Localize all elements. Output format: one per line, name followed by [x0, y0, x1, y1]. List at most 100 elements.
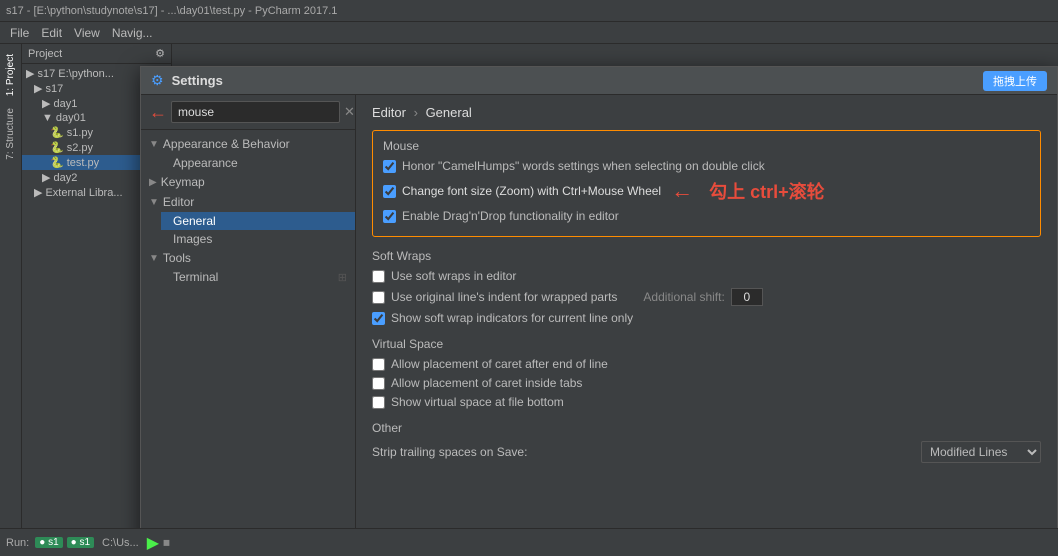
project-panel-header: Project ⚙	[22, 44, 171, 64]
soft-wraps-section: Soft Wraps Use soft wraps in editor Use …	[372, 249, 1041, 325]
breadcrumb: Editor › General	[372, 105, 1041, 120]
additional-shift-label: Additional shift:	[643, 290, 724, 304]
settings-title: Settings	[172, 73, 223, 88]
run-s1-badge[interactable]: ● s1	[35, 537, 62, 548]
checkbox-show-virtual-space: Show virtual space at file bottom	[372, 395, 1041, 409]
checkbox-show-virtual-label[interactable]: Show virtual space at file bottom	[391, 395, 564, 409]
checkbox-allow-end-input[interactable]	[372, 358, 385, 371]
checkbox-show-soft-wrap-input[interactable]	[372, 312, 385, 325]
run-cwd: C:\Us...	[102, 537, 139, 549]
settings-titlebar: ⚙ Settings 拖拽上传	[141, 67, 1057, 95]
folder-icon: ▶	[34, 82, 42, 95]
nav-tools-children: Terminal ⊞	[141, 268, 355, 286]
strip-trailing-row: Strip trailing spaces on Save: None Modi…	[372, 441, 1041, 463]
folder-icon: ▶	[42, 97, 50, 110]
checkbox-allow-tabs-label[interactable]: Allow placement of caret inside tabs	[391, 376, 582, 390]
folder-icon: ▶	[26, 67, 34, 80]
settings-tree: ← ✕ ▼ Appearance & Behavior	[141, 95, 356, 528]
strip-trailing-select[interactable]: None Modified Lines All	[921, 441, 1041, 463]
terminal-settings-icon: ⊞	[338, 271, 347, 284]
checkbox-use-original-indent: Use original line's indent for wrapped p…	[372, 288, 1041, 306]
checkbox-use-soft-wraps: Use soft wraps in editor	[372, 269, 1041, 283]
editor-arrow-icon: ▼	[149, 197, 159, 208]
arrow-annotation-icon: ←	[671, 178, 693, 204]
checkbox-use-soft-wraps-input[interactable]	[372, 270, 385, 283]
mouse-section-title: Mouse	[383, 139, 1030, 153]
checkbox-allow-placement-tabs: Allow placement of caret inside tabs	[372, 376, 1041, 390]
settings-search-input[interactable]	[171, 101, 340, 123]
menu-file[interactable]: File	[4, 26, 35, 40]
virtual-space-title: Virtual Space	[372, 337, 1041, 351]
vtab-project[interactable]: 1: Project	[3, 48, 18, 102]
checkbox-change-font-size-input[interactable]	[383, 185, 396, 198]
checkbox-use-original-indent-input[interactable]	[372, 291, 385, 304]
upload-button[interactable]: 拖拽上传	[983, 71, 1047, 91]
nav-item-general[interactable]: General	[161, 212, 355, 230]
run-s1-badge2[interactable]: ● s1	[67, 537, 94, 548]
nav-appearance-behavior-children: Appearance	[141, 154, 355, 172]
nav-editor-header[interactable]: ▼ Editor	[141, 192, 355, 212]
nav-editor-children: General Images	[141, 212, 355, 248]
project-panel-title: Project	[28, 48, 62, 60]
checkbox-show-virtual-input[interactable]	[372, 396, 385, 409]
nav-appearance-behavior-label: Appearance & Behavior	[163, 137, 290, 151]
checkbox-change-font-size: Change font size (Zoom) with Ctrl+Mouse …	[383, 178, 1030, 204]
checkbox-show-soft-wrap: Show soft wrap indicators for current li…	[372, 311, 1041, 325]
keymap-arrow-icon: ▶	[149, 177, 157, 188]
vtab-structure[interactable]: 7: Structure	[3, 102, 18, 166]
settings-body: ← ✕ ▼ Appearance & Behavior	[141, 95, 1057, 528]
nav-item-terminal-label: Terminal	[173, 270, 218, 284]
menu-view[interactable]: View	[68, 26, 106, 40]
menubar: File Edit View Navig...	[0, 22, 1058, 44]
tools-arrow-icon: ▼	[149, 253, 159, 264]
nav-item-images-label: Images	[173, 232, 212, 246]
settings-title-right: 拖拽上传	[983, 71, 1047, 91]
nav-section-tools: ▼ Tools Terminal ⊞	[141, 248, 355, 286]
checkbox-use-original-indent-label[interactable]: Use original line's indent for wrapped p…	[391, 290, 617, 304]
nav-item-appearance-label: Appearance	[173, 156, 238, 170]
menu-edit[interactable]: Edit	[35, 26, 68, 40]
project-panel-options[interactable]: ⚙	[155, 47, 165, 60]
ctrl-scroll-annotation: 勾上 ctrl+滚轮	[709, 178, 825, 204]
nav-keymap-label: Keymap	[161, 175, 205, 189]
strip-trailing-label: Strip trailing spaces on Save:	[372, 445, 913, 459]
breadcrumb-part1: Editor	[372, 105, 406, 120]
checkbox-allow-tabs-input[interactable]	[372, 377, 385, 390]
checkbox-change-font-size-label[interactable]: Change font size (Zoom) with Ctrl+Mouse …	[402, 184, 661, 198]
checkbox-dragndrop-label[interactable]: Enable Drag'n'Drop functionality in edit…	[402, 209, 619, 223]
python-file-icon: 🐍	[50, 141, 64, 154]
nav-section-appearance-behavior-header[interactable]: ▼ Appearance & Behavior	[141, 134, 355, 154]
run-stop-button[interactable]: ⏹	[163, 534, 170, 551]
checkbox-honor-camelhumps-label[interactable]: Honor "CamelHumps" words settings when s…	[402, 159, 765, 173]
nav-item-terminal[interactable]: Terminal ⊞	[161, 268, 355, 286]
checkbox-dragndrop: Enable Drag'n'Drop functionality in edit…	[383, 209, 1030, 223]
checkbox-honor-camelhumps-input[interactable]	[383, 160, 396, 173]
soft-wraps-title: Soft Wraps	[372, 249, 1041, 263]
other-title: Other	[372, 421, 1041, 435]
folder-open-icon: ▼	[42, 112, 53, 124]
settings-nav: ▼ Appearance & Behavior Appearance	[141, 130, 355, 528]
checkbox-dragndrop-input[interactable]	[383, 210, 396, 223]
virtual-space-section: Virtual Space Allow placement of caret a…	[372, 337, 1041, 409]
nav-section-editor: ▼ Editor General Images	[141, 192, 355, 248]
menu-navigate[interactable]: Navig...	[106, 26, 159, 40]
nav-keymap-header[interactable]: ▶ Keymap	[141, 172, 355, 192]
nav-tools-header[interactable]: ▼ Tools	[141, 248, 355, 268]
additional-shift-input[interactable]	[731, 288, 763, 306]
settings-icon: ⚙	[151, 72, 164, 89]
checkbox-use-soft-wraps-label[interactable]: Use soft wraps in editor	[391, 269, 516, 283]
run-bar: Run: ● s1 ● s1 C:\Us... ▶ ⏹	[0, 528, 1058, 556]
pycharm-titlebar: s17 - [E:\python\studynote\s17] - ...\da…	[0, 0, 1058, 22]
settings-search-area: ← ✕	[141, 95, 355, 130]
nav-item-images[interactable]: Images	[161, 230, 355, 248]
settings-dialog: ⚙ Settings 拖拽上传 ← ✕	[140, 66, 1058, 528]
nav-tools-label: Tools	[163, 251, 191, 265]
nav-section-keymap: ▶ Keymap	[141, 172, 355, 192]
checkbox-allow-end-label[interactable]: Allow placement of caret after end of li…	[391, 357, 608, 371]
nav-item-appearance[interactable]: Appearance	[161, 154, 355, 172]
checkbox-show-soft-wrap-label[interactable]: Show soft wrap indicators for current li…	[391, 311, 633, 325]
search-clear-icon[interactable]: ✕	[344, 104, 355, 120]
run-play-button[interactable]: ▶	[147, 533, 159, 553]
checkbox-allow-placement-end: Allow placement of caret after end of li…	[372, 357, 1041, 371]
expand-arrow-icon: ▼	[149, 139, 159, 150]
